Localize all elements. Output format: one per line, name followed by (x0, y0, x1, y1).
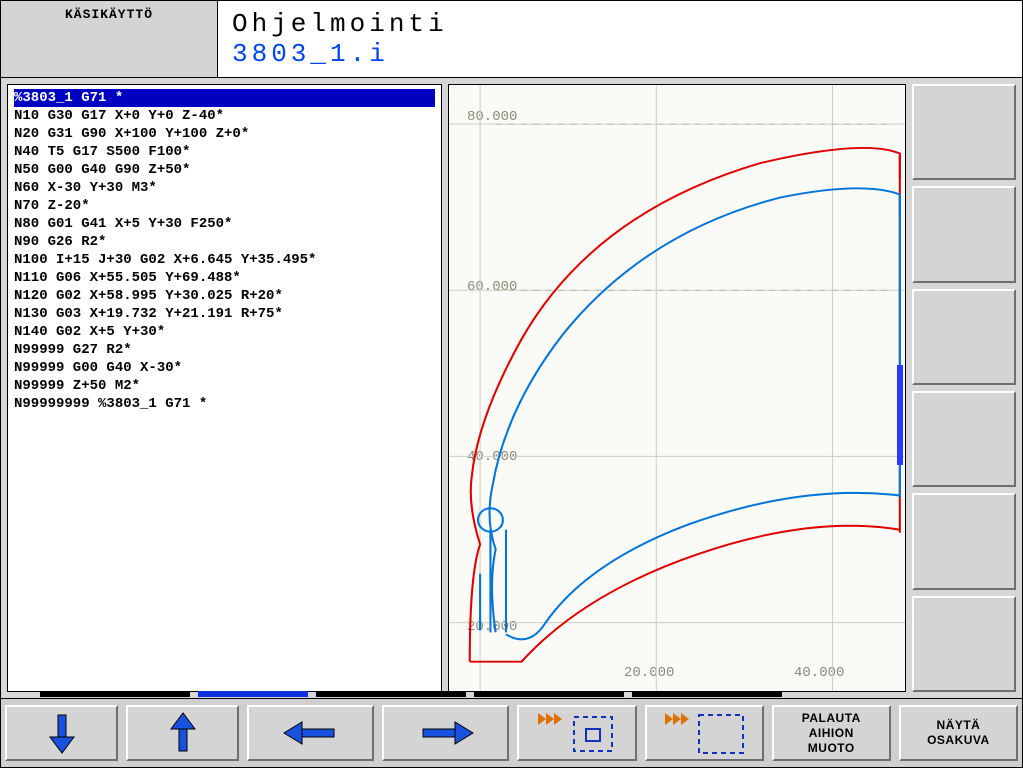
code-line[interactable]: N50 G00 G40 G90 Z+50* (14, 161, 435, 179)
softkey-r4[interactable] (912, 391, 1016, 487)
code-line[interactable]: N99999 Z+50 M2* (14, 377, 435, 395)
mode-label: KÄSIKÄYTTÖ (65, 7, 153, 22)
code-line[interactable]: N99999999 %3803_1 G71 * (14, 395, 435, 413)
code-line[interactable]: N99999 G00 G40 X-30* (14, 359, 435, 377)
code-line[interactable]: N60 X-30 Y+30 M3* (14, 179, 435, 197)
code-line[interactable]: N99999 G27 R2* (14, 341, 435, 359)
arrow-left-icon (282, 718, 340, 748)
scroll-indicator[interactable] (897, 365, 903, 465)
zoom-window-small-icon (534, 709, 620, 757)
arrow-left-button[interactable] (247, 705, 374, 761)
arrow-down-icon (42, 711, 82, 755)
header: KÄSIKÄYTTÖ Ohjelmointi 3803_1.i (0, 0, 1023, 78)
softkey-r3[interactable] (912, 289, 1016, 385)
graph-pane[interactable]: 80.000 60.000 40.000 20.000 20.000 40.00… (448, 84, 906, 692)
code-line[interactable]: N130 G03 X+19.732 Y+21.191 R+75* (14, 305, 435, 323)
code-line[interactable]: N140 G02 X+5 Y+30* (14, 323, 435, 341)
arrow-right-icon (417, 718, 475, 748)
code-pane[interactable]: %3803_1 G71 *N10 G30 G17 X+0 Y+0 Z-40*N2… (7, 84, 442, 692)
screen: KÄSIKÄYTTÖ Ohjelmointi 3803_1.i %3803_1 … (0, 0, 1023, 768)
code-line[interactable]: N90 G26 R2* (14, 233, 435, 251)
softkey-r1[interactable] (912, 84, 1016, 180)
code-line[interactable]: N100 I+15 J+30 G02 X+6.645 Y+35.495* (14, 251, 435, 269)
mode-cell: KÄSIKÄYTTÖ (1, 1, 218, 77)
code-line[interactable]: N40 T5 G17 S500 F100* (14, 143, 435, 161)
code-line[interactable]: N20 G31 G90 X+100 Y+100 Z+0* (14, 125, 435, 143)
arrow-up-icon (163, 711, 203, 755)
softkey-r2[interactable] (912, 186, 1016, 282)
reset-blank-shape-button[interactable]: PALAUTAAIHIONMUOTO (772, 705, 891, 761)
softkey-r5[interactable] (912, 493, 1016, 589)
show-subview-button[interactable]: NÄYTÄOSAKUVA (899, 705, 1018, 761)
code-line[interactable]: N10 G30 G17 X+0 Y+0 Z-40* (14, 107, 435, 125)
file-name: 3803_1.i (232, 39, 1022, 69)
main-area: %3803_1 G71 *N10 G30 G17 X+0 Y+0 Z-40*N2… (0, 78, 1023, 698)
page-title: Ohjelmointi (232, 9, 1022, 39)
code-line[interactable]: N110 G06 X+55.505 Y+69.488* (14, 269, 435, 287)
toolpath-graphic (449, 85, 905, 691)
arrow-up-button[interactable] (126, 705, 239, 761)
softkey-page-indicator (0, 690, 1023, 698)
bottom-softkey-row: PALAUTAAIHIONMUOTO NÄYTÄOSAKUVA (0, 698, 1023, 768)
show-subview-label: NÄYTÄOSAKUVA (927, 718, 990, 748)
arrow-down-button[interactable] (5, 705, 118, 761)
zoom-window-small-button[interactable] (517, 705, 636, 761)
reset-blank-label: PALAUTAAIHIONMUOTO (802, 711, 861, 756)
code-line[interactable]: N80 G01 G41 X+5 Y+30 F250* (14, 215, 435, 233)
header-right: Ohjelmointi 3803_1.i (218, 1, 1022, 77)
right-softkey-column (912, 78, 1022, 698)
softkey-r6[interactable] (912, 596, 1016, 692)
code-line[interactable]: N120 G02 X+58.995 Y+30.025 R+20* (14, 287, 435, 305)
zoom-window-large-button[interactable] (645, 705, 764, 761)
code-line[interactable]: N70 Z-20* (14, 197, 435, 215)
arrow-right-button[interactable] (382, 705, 509, 761)
zoom-window-large-icon (661, 709, 747, 757)
code-line[interactable]: %3803_1 G71 * (14, 89, 435, 107)
